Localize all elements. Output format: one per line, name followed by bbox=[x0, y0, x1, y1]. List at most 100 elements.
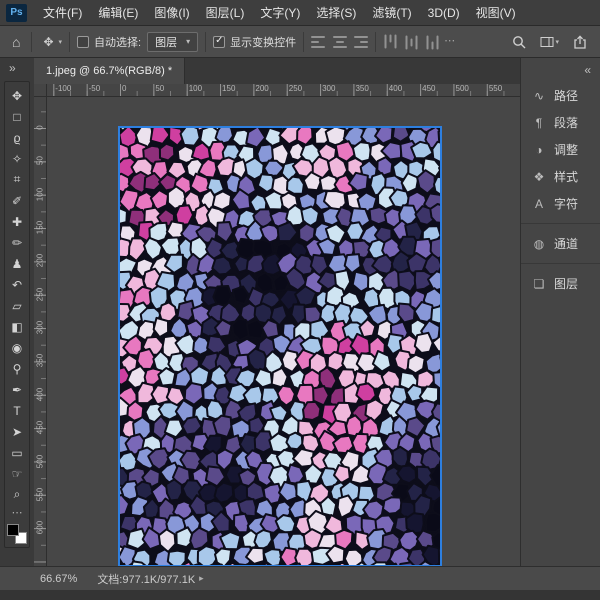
chevron-down-icon: ▾ bbox=[555, 38, 559, 46]
status-popup-caret-icon[interactable]: ▸ bbox=[199, 573, 204, 584]
eraser-tool[interactable]: ▱ bbox=[6, 295, 28, 316]
auto-select-target-dropdown[interactable]: 图层 ▾ bbox=[147, 32, 198, 52]
ruler-label: 0 bbox=[36, 118, 45, 138]
panel-label-paths: 路径 bbox=[554, 87, 578, 104]
menu-item-type[interactable]: 文字(Y) bbox=[252, 0, 308, 26]
panel-divider bbox=[521, 263, 600, 264]
menu-item-filter[interactable]: 滤镜(T) bbox=[364, 0, 419, 26]
foreground-color-swatch[interactable] bbox=[7, 524, 19, 536]
hand-tool[interactable]: ☞ bbox=[6, 463, 28, 484]
history-brush-tool[interactable]: ↶ bbox=[6, 274, 28, 295]
align-center-icon[interactable] bbox=[332, 36, 347, 48]
healing-brush-tool[interactable]: ✚ bbox=[6, 211, 28, 232]
menu-item-select[interactable]: 选择(S) bbox=[308, 0, 364, 26]
panel-button-styles[interactable]: ❖ 样式 bbox=[521, 163, 600, 190]
separator bbox=[303, 32, 304, 52]
collapse-tools-toggle[interactable]: » bbox=[0, 58, 34, 78]
ruler-label: -50 bbox=[89, 84, 101, 93]
edit-toolbar-icon[interactable]: ⋯ bbox=[12, 505, 23, 519]
ruler-label: 350 bbox=[36, 351, 45, 371]
panel-button-channels[interactable]: ◍通道 bbox=[521, 230, 600, 257]
panel-label-layers: 图层 bbox=[554, 275, 578, 292]
auto-select-checkbox[interactable] bbox=[77, 36, 89, 48]
tools-panel: ✥□ϱ✧⌗✐✚✏♟↶▱◧◉⚲✒T➤▭☞⌕ ⋯ bbox=[4, 81, 30, 548]
ruler-label: 450 bbox=[422, 84, 435, 93]
lasso-tool[interactable]: ϱ bbox=[6, 127, 28, 148]
mosaic-image bbox=[120, 128, 440, 565]
zoom-tool[interactable]: ⌕ bbox=[6, 484, 28, 505]
clone-stamp-tool[interactable]: ♟ bbox=[6, 253, 28, 274]
ruler-label: 400 bbox=[389, 84, 402, 93]
show-transform-checkbox[interactable] bbox=[213, 36, 225, 48]
align-buttons bbox=[311, 36, 368, 48]
ruler-label: 300 bbox=[322, 84, 335, 93]
character-icon: A bbox=[532, 197, 546, 211]
align-left-icon[interactable] bbox=[311, 36, 326, 48]
move-tool[interactable]: ✥ bbox=[6, 85, 28, 106]
auto-select-target-value: 图层 bbox=[155, 34, 177, 50]
chevron-down-icon: ▾ bbox=[59, 38, 63, 46]
ruler-label: 0 bbox=[122, 84, 126, 93]
paths-icon: ∿ bbox=[532, 89, 546, 103]
align-bottom-icon[interactable] bbox=[427, 34, 439, 49]
type-tool[interactable]: T bbox=[6, 400, 28, 421]
dodge-tool[interactable]: ⚲ bbox=[6, 358, 28, 379]
document-canvas[interactable] bbox=[120, 128, 440, 565]
workspace-switcher-icon[interactable]: ▾ bbox=[535, 33, 564, 51]
blur-tool[interactable]: ◉ bbox=[6, 337, 28, 358]
panel-label-adjustments: 调整 bbox=[554, 141, 578, 158]
ruler-label: 50 bbox=[36, 151, 45, 171]
menu-item-view[interactable]: 视图(V) bbox=[468, 0, 524, 26]
search-icon[interactable] bbox=[507, 33, 531, 51]
color-swatches[interactable] bbox=[7, 524, 27, 544]
align-right-icon[interactable] bbox=[353, 36, 368, 48]
menu-item-threed[interactable]: 3D(D) bbox=[420, 0, 468, 26]
ruler-corner bbox=[34, 84, 47, 97]
menu-bar: Ps 文件(F)编辑(E)图像(I)图层(L)文字(Y)选择(S)滤镜(T)3D… bbox=[0, 0, 600, 26]
menu-item-image[interactable]: 图像(I) bbox=[146, 0, 197, 26]
home-icon[interactable]: ⌂ bbox=[8, 35, 24, 49]
ruler-label: 100 bbox=[36, 184, 45, 204]
show-transform-label: 显示变换控件 bbox=[230, 34, 296, 50]
right-panel-dock: « ∿ 路径 ¶段落◑调整 ❖ 样式 A 字符 ◍通道 ❏图层 bbox=[520, 58, 600, 566]
panel-label-channels: 通道 bbox=[554, 235, 578, 252]
panel-button-character[interactable]: A 字符 bbox=[521, 190, 600, 217]
panel-button-paths[interactable]: ∿ 路径 bbox=[521, 82, 600, 109]
eyedropper-tool[interactable]: ✐ bbox=[6, 190, 28, 211]
align-middle-icon[interactable] bbox=[406, 34, 418, 49]
distribute-buttons bbox=[383, 36, 440, 48]
document-tab-bar: 1.jpeg @ 66.7%(RGB/8) * bbox=[34, 58, 520, 84]
ruler-horizontal: -100-50050100150200250300350400450500550 bbox=[34, 84, 520, 97]
menu-item-file[interactable]: 文件(F) bbox=[35, 0, 90, 26]
menu-item-layer[interactable]: 图层(L) bbox=[198, 0, 253, 26]
share-icon[interactable] bbox=[568, 33, 592, 51]
more-options-icon[interactable]: ⋯ bbox=[440, 36, 459, 47]
document-info[interactable]: 文档:977.1K/977.1K ▸ bbox=[97, 571, 203, 587]
ruler-label: 300 bbox=[36, 318, 45, 338]
zoom-level-field[interactable]: 66.67% bbox=[40, 573, 77, 585]
options-bar: ⌂ ✥ ▾ 自动选择: 图层 ▾ 显示变换控件 ⋯ bbox=[0, 26, 600, 58]
panel-label-character: 字符 bbox=[554, 195, 578, 212]
marquee-tool[interactable]: □ bbox=[6, 106, 28, 127]
shape-tool[interactable]: ▭ bbox=[6, 442, 28, 463]
panel-button-layers[interactable]: ❏图层 bbox=[521, 270, 600, 297]
left-dock: » ✥□ϱ✧⌗✐✚✏♟↶▱◧◉⚲✒T➤▭☞⌕ ⋯ bbox=[0, 58, 34, 566]
brush-tool[interactable]: ✏ bbox=[6, 232, 28, 253]
document-tab[interactable]: 1.jpeg @ 66.7%(RGB/8) * bbox=[34, 58, 185, 84]
ruler-vertical: 050100150200250300350400450500550600 bbox=[34, 97, 47, 566]
quick-selection-tool[interactable]: ✧ bbox=[6, 148, 28, 169]
path-selection-tool[interactable]: ➤ bbox=[6, 421, 28, 442]
gradient-tool[interactable]: ◧ bbox=[6, 316, 28, 337]
align-top-icon[interactable] bbox=[385, 34, 397, 49]
panel-button-paragraph[interactable]: ¶段落 bbox=[521, 109, 600, 136]
menu-item-edit[interactable]: 编辑(E) bbox=[90, 0, 146, 26]
pen-tool[interactable]: ✒ bbox=[6, 379, 28, 400]
panel-button-adjustments[interactable]: ◑调整 bbox=[521, 136, 600, 163]
panel-label-styles: 样式 bbox=[554, 168, 578, 185]
canvas-pasteboard bbox=[47, 97, 520, 566]
separator bbox=[69, 32, 70, 52]
crop-tool[interactable]: ⌗ bbox=[6, 169, 28, 190]
collapse-panels-toggle[interactable]: « bbox=[521, 58, 600, 82]
move-tool-preset-icon[interactable]: ✥ bbox=[39, 36, 57, 48]
styles-icon: ❖ bbox=[532, 170, 546, 184]
